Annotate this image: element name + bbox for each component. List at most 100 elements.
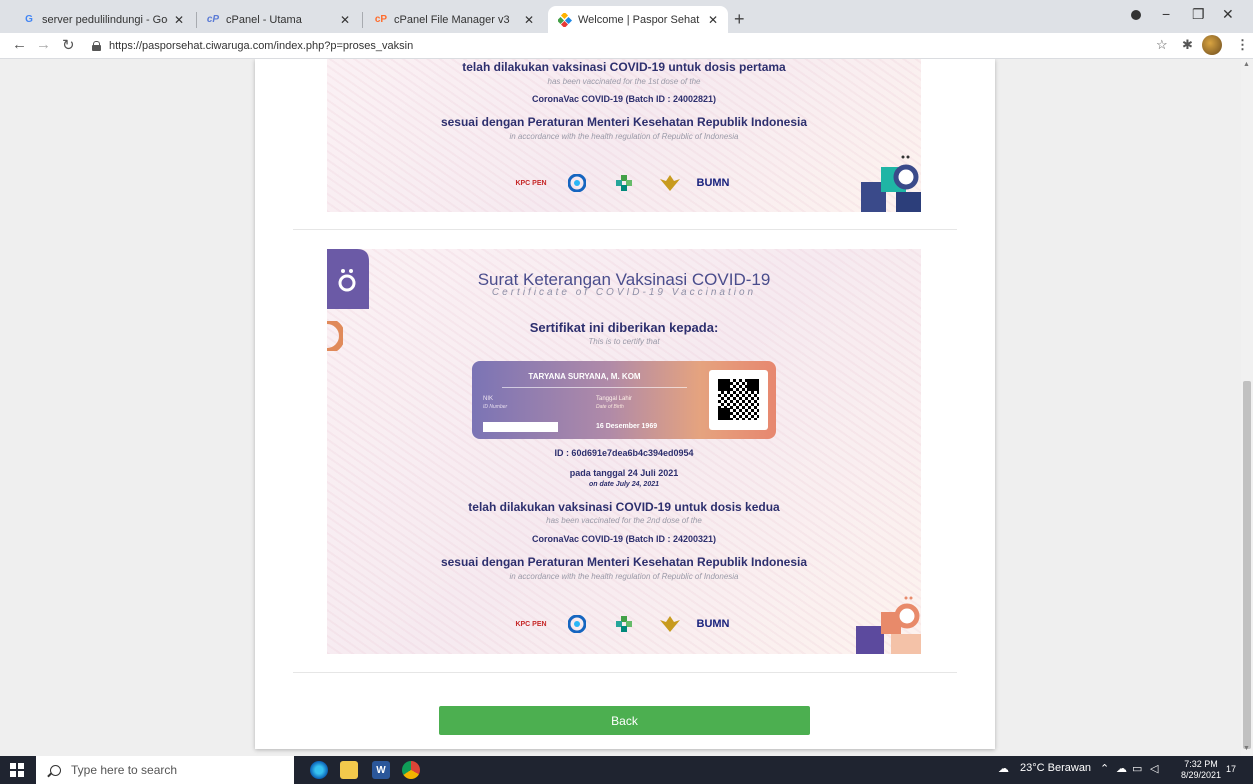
windows-start-icon[interactable]	[10, 763, 24, 777]
clock-date: 8/29/2021	[1181, 770, 1222, 780]
cert-date: pada tanggal 24 Juli 2021	[569, 468, 679, 478]
garuda-emblem-icon	[659, 170, 681, 196]
vaccine-certificate-dose-1: telah dilakukan vaksinasi COVID-19 untuk…	[327, 59, 921, 212]
close-window-icon[interactable]: ✕	[1222, 6, 1234, 23]
profile-dot-icon[interactable]	[1130, 8, 1142, 24]
menu-kebab-icon[interactable]: ⋮	[1236, 37, 1249, 53]
url-field[interactable]: https://pasporsehat.ciwaruga.com/index.p…	[92, 35, 1152, 57]
tab-paspor-sehat[interactable]: Welcome | Paspor Sehat ✕	[548, 6, 728, 33]
cert-logo-row: KPC PEN BUMN	[507, 611, 735, 637]
cert-holder-name: TARYANA SURYANA, M. KOM	[528, 372, 641, 381]
page-scrollbar[interactable]: ▲ ▼	[1241, 59, 1253, 756]
chrome-browser-icon[interactable]	[402, 761, 420, 779]
bumn-logo: BUMN	[696, 618, 730, 630]
cpanel-icon: cP	[206, 14, 220, 25]
dob-label: Tanggal Lahir	[596, 396, 633, 402]
search-icon	[50, 764, 61, 776]
kpcpen-logo: KPC PEN	[515, 620, 547, 628]
kemenkes-logo	[599, 170, 649, 196]
content-card: telah dilakukan vaksinasi COVID-19 untuk…	[255, 59, 995, 749]
close-tab-icon[interactable]: ✕	[340, 13, 350, 27]
scrollbar-thumb[interactable]	[1243, 381, 1251, 749]
nik-label: NIK	[483, 396, 494, 402]
profile-avatar[interactable]	[1202, 35, 1222, 55]
cert-dose-statement-en: has been vaccinated for the 2nd dose of …	[546, 516, 702, 525]
url-text: https://pasporsehat.ciwaruga.com/index.p…	[109, 40, 414, 52]
cert-decoration-graphic	[861, 155, 921, 212]
kominfo-logo	[565, 611, 589, 637]
cert-dose-statement: telah dilakukan vaksinasi COVID-19 untuk…	[462, 60, 786, 74]
tab-label: server pedulilindungi - Google S	[42, 13, 168, 26]
cert-logo-row: KPC PEN BUMN	[507, 170, 735, 196]
cert-subtitle: Certificate of COVID-19 Vaccination	[491, 287, 757, 298]
kemenkes-logo	[599, 611, 649, 637]
cert-date-en: on date July 24, 2021	[588, 481, 660, 488]
clock-time: 7:32 PM	[1184, 759, 1218, 769]
tab-label: Welcome | Paspor Sehat	[578, 13, 700, 26]
lock-icon	[92, 41, 101, 51]
restore-icon[interactable]: ❐	[1192, 6, 1205, 23]
bumn-logo: BUMN	[696, 177, 730, 189]
tab-cpanel-file-manager[interactable]: cP cPanel File Manager v3 ✕	[364, 6, 544, 33]
close-tab-icon[interactable]: ✕	[708, 13, 718, 27]
windows-taskbar: Type here to search W ☁ 23°C Berawan ⌃ ☁…	[0, 756, 1253, 784]
kominfo-logo	[565, 170, 589, 196]
notification-center-icon[interactable]: 17	[1226, 764, 1236, 774]
cert-regulation-en: in accordance with the health regulation…	[509, 572, 739, 581]
cpanel-icon: cP	[374, 14, 388, 25]
cert-regulation: sesuai dengan Peraturan Menteri Kesehata…	[440, 115, 808, 129]
cert-dose-statement: telah dilakukan vaksinasi COVID-19 untuk…	[468, 500, 780, 514]
tab-label: cPanel File Manager v3	[394, 13, 510, 26]
close-tab-icon[interactable]: ✕	[524, 13, 534, 27]
tab-cpanel-utama[interactable]: cP cPanel - Utama ✕	[196, 6, 360, 33]
dob-label-en: Date of Birth	[596, 404, 624, 410]
section-divider	[293, 672, 957, 673]
edge-browser-icon[interactable]	[310, 761, 328, 779]
scroll-down-arrow-icon[interactable]: ▼	[1243, 745, 1250, 752]
cert-regulation-en: in accordance with the health regulation…	[509, 132, 739, 141]
onedrive-cloud-icon[interactable]: ☁	[1116, 762, 1127, 775]
new-tab-button[interactable]: +	[734, 9, 745, 30]
weather-cloud-icon[interactable]: ☁	[998, 762, 1009, 775]
cert-vaccine-batch: CoronaVac COVID-19 (Batch ID : 24200321)	[531, 534, 717, 544]
tab-label: cPanel - Utama	[226, 13, 302, 26]
notification-count: 17	[1226, 764, 1237, 774]
google-icon: G	[25, 14, 33, 25]
browser-tab-strip: G server pedulilindungi - Google S ✕ cP …	[0, 0, 1253, 33]
word-app-icon[interactable]: W	[372, 761, 390, 779]
forward-arrow-icon[interactable]: →	[36, 36, 51, 53]
kpcpen-logo: KPC PEN	[515, 179, 547, 187]
tab-google-search[interactable]: G server pedulilindungi - Google S ✕	[12, 6, 194, 33]
vaccine-certificate-dose-2: Surat Keterangan Vaksinasi COVID-19 Cert…	[327, 249, 921, 654]
close-tab-icon[interactable]: ✕	[174, 13, 184, 27]
cert-dose-statement-en: has been vaccinated for the 1st dose of …	[547, 77, 701, 86]
address-bar: ← → ↻ https://pasporsehat.ciwaruga.com/i…	[0, 33, 1253, 59]
back-button[interactable]: Back	[439, 706, 810, 735]
minimize-icon[interactable]: −	[1162, 6, 1170, 22]
taskbar-clock[interactable]: 7:32 PM 8/29/2021	[1181, 759, 1221, 781]
cert-vaccine-batch: CoronaVac COVID-19 (Batch ID : 24002821)	[531, 94, 717, 104]
weather-text[interactable]: 23°C Berawan	[1020, 762, 1091, 774]
taskbar-search-box[interactable]: Type here to search	[36, 756, 294, 784]
name-underline	[502, 387, 687, 388]
volume-icon[interactable]: ◁	[1150, 762, 1158, 775]
qr-code	[709, 370, 768, 430]
taskbar-search-placeholder: Type here to search	[71, 763, 178, 777]
page-viewport: telah dilakukan vaksinasi COVID-19 untuk…	[0, 59, 1241, 756]
bookmark-star-icon[interactable]: ☆	[1156, 37, 1168, 53]
cert-regulation: sesuai dengan Peraturan Menteri Kesehata…	[440, 555, 808, 569]
section-divider	[293, 229, 957, 230]
paspor-sehat-icon	[558, 12, 572, 27]
reload-icon[interactable]: ↻	[62, 36, 75, 54]
file-explorer-icon[interactable]	[340, 761, 358, 779]
tray-chevron-up-icon[interactable]: ⌃	[1100, 762, 1109, 775]
extensions-puzzle-icon[interactable]: ✱	[1182, 37, 1193, 53]
scroll-up-arrow-icon[interactable]: ▲	[1243, 61, 1250, 68]
nik-label-en: ID Number	[483, 404, 508, 410]
back-arrow-icon[interactable]: ←	[12, 36, 27, 53]
cert-id-card: TARYANA SURYANA, M. KOM NIK ID Number Ta…	[472, 361, 776, 439]
qr-code-pattern	[718, 379, 759, 420]
network-icon[interactable]: ▭	[1132, 762, 1142, 775]
cert-decoration-graphic	[856, 596, 921, 654]
tab-separator	[362, 12, 363, 28]
